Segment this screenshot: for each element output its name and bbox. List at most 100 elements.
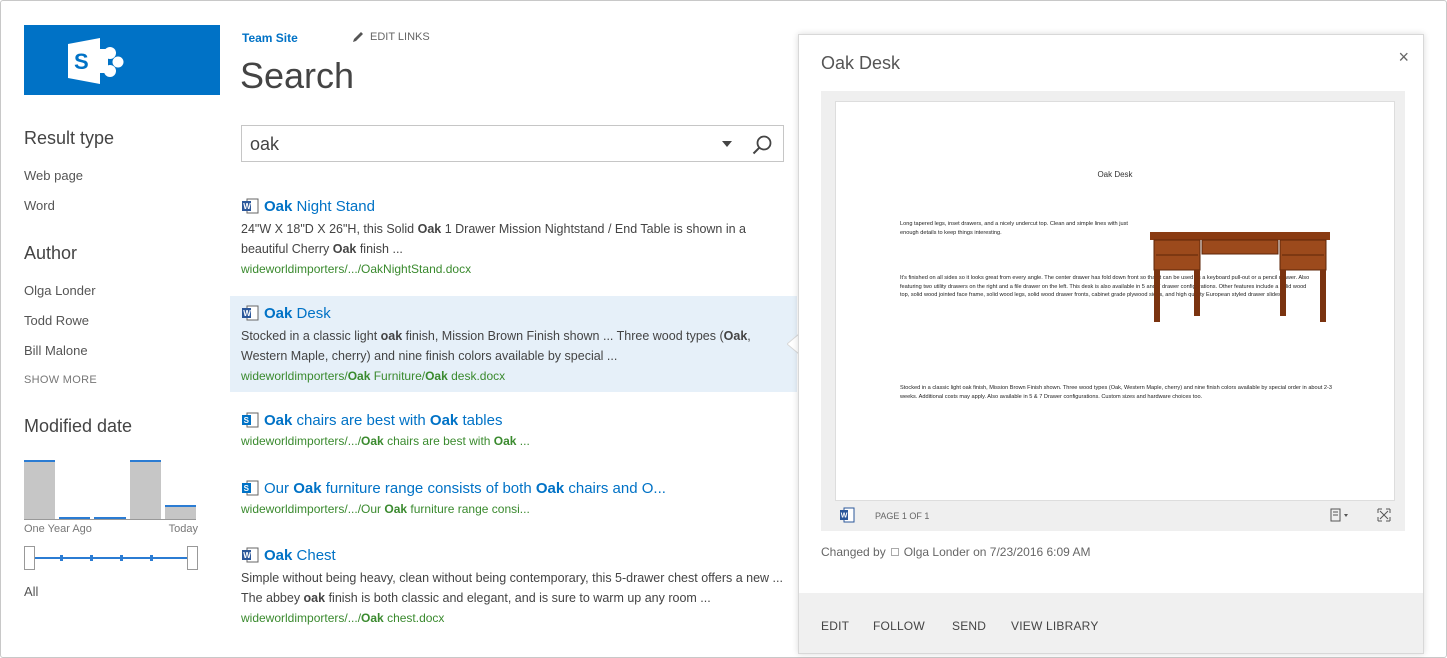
text-run: 24"W X 18"D X 26"H, this Solid xyxy=(241,222,418,236)
result-title[interactable]: S Oak chairs are best with Oak tables xyxy=(241,409,796,431)
slider-handle-start[interactable] xyxy=(24,546,35,570)
histogram-bar[interactable] xyxy=(164,505,196,519)
fullscreen-icon[interactable] xyxy=(1377,508,1391,522)
svg-text:W: W xyxy=(243,202,251,211)
chevron-down-icon[interactable] xyxy=(720,137,734,151)
text-run: wideworldimporters/.../ xyxy=(241,611,362,625)
result-summary: 24"W X 18"D X 26"H, this Solid Oak 1 Dra… xyxy=(241,219,796,259)
svg-text:W: W xyxy=(243,551,251,560)
text-run: desk.docx xyxy=(447,369,506,383)
refiner-heading-author: Author xyxy=(24,243,78,263)
text-run: chairs are best with xyxy=(383,434,494,448)
page-indicator: PAGE 1 OF 1 xyxy=(875,511,930,521)
text-run: chest.docx xyxy=(383,611,445,625)
text-run: wideworldimporters/.../Our xyxy=(241,502,385,516)
slider-tick xyxy=(90,555,93,561)
keyword-highlight: Oak xyxy=(361,434,384,448)
keyword-highlight: Oak xyxy=(535,479,565,497)
result-url[interactable]: wideworldimporters/.../Oak chest.docx xyxy=(241,608,796,628)
refiner-item-todd-rowe[interactable]: Todd Rowe xyxy=(24,306,204,336)
modified-date-histogram xyxy=(24,458,196,520)
web-page-icon: S xyxy=(242,412,259,428)
keyword-highlight: Oak xyxy=(361,611,384,625)
document-page: Oak Desk Long tapered legs, inset drawer… xyxy=(835,101,1395,501)
slider-handle-end[interactable] xyxy=(187,546,198,570)
text-run: wideworldimporters/.../ xyxy=(241,434,362,448)
svg-text:S: S xyxy=(244,484,250,493)
pencil-icon xyxy=(353,32,363,42)
result-url[interactable]: wideworldimporters/Oak Furniture/Oak des… xyxy=(241,366,796,386)
sharepoint-logo-icon: S xyxy=(68,38,124,84)
desk-image xyxy=(1150,232,1330,322)
refiner-item-web-page[interactable]: Web page xyxy=(24,161,204,191)
keyword-highlight: Oak xyxy=(332,242,357,256)
text-run: chairs are best with xyxy=(292,411,430,429)
search-result[interactable]: W Oak Night Stand 24"W X 18"D X 26"H, th… xyxy=(241,195,796,279)
keyword-highlight: Oak xyxy=(264,546,293,564)
changed-by: Changed by Olga Londer on 7/23/2016 6:09… xyxy=(821,545,1091,559)
search-result[interactable]: W Oak Desk Stocked in a classic light oa… xyxy=(241,302,796,386)
refiner-item-bill-malone[interactable]: Bill Malone xyxy=(24,336,204,366)
keyword-highlight: Oak xyxy=(384,502,408,516)
result-title[interactable]: W Oak Chest xyxy=(241,544,796,566)
edit-button[interactable]: EDIT xyxy=(821,619,849,633)
changed-by-label: Changed by xyxy=(821,545,886,559)
histogram-bar[interactable] xyxy=(129,460,161,519)
follow-button[interactable]: FOLLOW xyxy=(873,619,925,633)
close-icon[interactable]: × xyxy=(1398,47,1409,68)
result-url[interactable]: wideworldimporters/.../Our Oak furniture… xyxy=(241,499,796,519)
team-site-link[interactable]: Team Site xyxy=(242,31,298,45)
histogram-bar[interactable] xyxy=(24,460,56,519)
show-more-link[interactable]: SHOW MORE xyxy=(24,374,204,386)
result-title[interactable]: W Oak Desk xyxy=(241,302,796,324)
text-run: finish is both classic and elegant, and … xyxy=(325,591,711,605)
document-viewer[interactable]: Oak Desk Long tapered legs, inset drawer… xyxy=(821,91,1405,531)
sharepoint-logo[interactable]: S xyxy=(24,25,220,95)
keyword-highlight: Oak xyxy=(417,222,442,236)
refiner-heading-modified-date: Modified date xyxy=(24,416,133,436)
keyword-highlight: oak xyxy=(303,591,326,605)
result-title[interactable]: S Our Oak furniture range consists of bo… xyxy=(241,477,796,499)
result-title-text: Oak Desk xyxy=(264,305,331,322)
result-title-text: Our Oak furniture range consists of both… xyxy=(264,480,666,497)
histogram-bar[interactable] xyxy=(94,517,126,519)
result-url[interactable]: wideworldimporters/.../OakNightStand.doc… xyxy=(241,259,796,279)
result-url[interactable]: wideworldimporters/.../Oak chairs are be… xyxy=(241,431,796,451)
edit-links-button[interactable]: EDIT LINKS xyxy=(352,31,430,43)
slider-tick xyxy=(150,555,153,561)
refiner-result-type: Result type Web page Word xyxy=(24,128,204,221)
text-run: Desk xyxy=(292,304,331,322)
search-result[interactable]: W Oak Chest Simple without being heavy, … xyxy=(241,544,796,628)
viewer-toolbar: W PAGE 1 OF 1 xyxy=(821,501,1405,531)
send-button[interactable]: SEND xyxy=(952,619,986,633)
refiners-panel: Result type Web page Word Author Olga Lo… xyxy=(24,128,204,455)
page-title: Search xyxy=(240,55,355,96)
keyword-highlight: Oak xyxy=(264,411,293,429)
slider-tick xyxy=(120,555,123,561)
document-menu-icon[interactable] xyxy=(1329,508,1351,522)
histogram-label-end: Today xyxy=(168,523,198,535)
search-input[interactable] xyxy=(250,132,700,156)
keyword-highlight: Oak xyxy=(493,434,517,448)
keyword-highlight: Oak xyxy=(264,304,293,322)
word-doc-icon: W xyxy=(242,305,259,321)
keyword-highlight: Oak xyxy=(347,369,371,383)
svg-text:S: S xyxy=(244,416,250,425)
refiner-item-word[interactable]: Word xyxy=(24,191,204,221)
refiner-item-olga-londer[interactable]: Olga Londer xyxy=(24,276,204,306)
histogram-bar[interactable] xyxy=(59,517,91,519)
search-result[interactable]: S Our Oak furniture range consists of bo… xyxy=(241,477,796,519)
result-title[interactable]: W Oak Night Stand xyxy=(241,195,796,217)
result-title-text: Oak Chest xyxy=(264,547,336,564)
date-range-slider[interactable] xyxy=(24,546,198,570)
search-icon[interactable] xyxy=(751,134,773,156)
preview-actions: EDIT FOLLOW SEND VIEW LIBRARY xyxy=(799,593,1423,653)
search-result[interactable]: S Oak chairs are best with Oak tables wi… xyxy=(241,409,796,451)
keyword-highlight: Oak xyxy=(425,369,448,383)
view-library-button[interactable]: VIEW LIBRARY xyxy=(1011,619,1099,633)
keyword-highlight: Oak xyxy=(429,411,459,429)
histogram-label-start: One Year Ago xyxy=(24,523,92,535)
changed-by-detail: Olga Londer on 7/23/2016 6:09 AM xyxy=(903,545,1091,559)
word-icon: W xyxy=(840,507,855,523)
word-doc-icon: W xyxy=(242,547,259,563)
